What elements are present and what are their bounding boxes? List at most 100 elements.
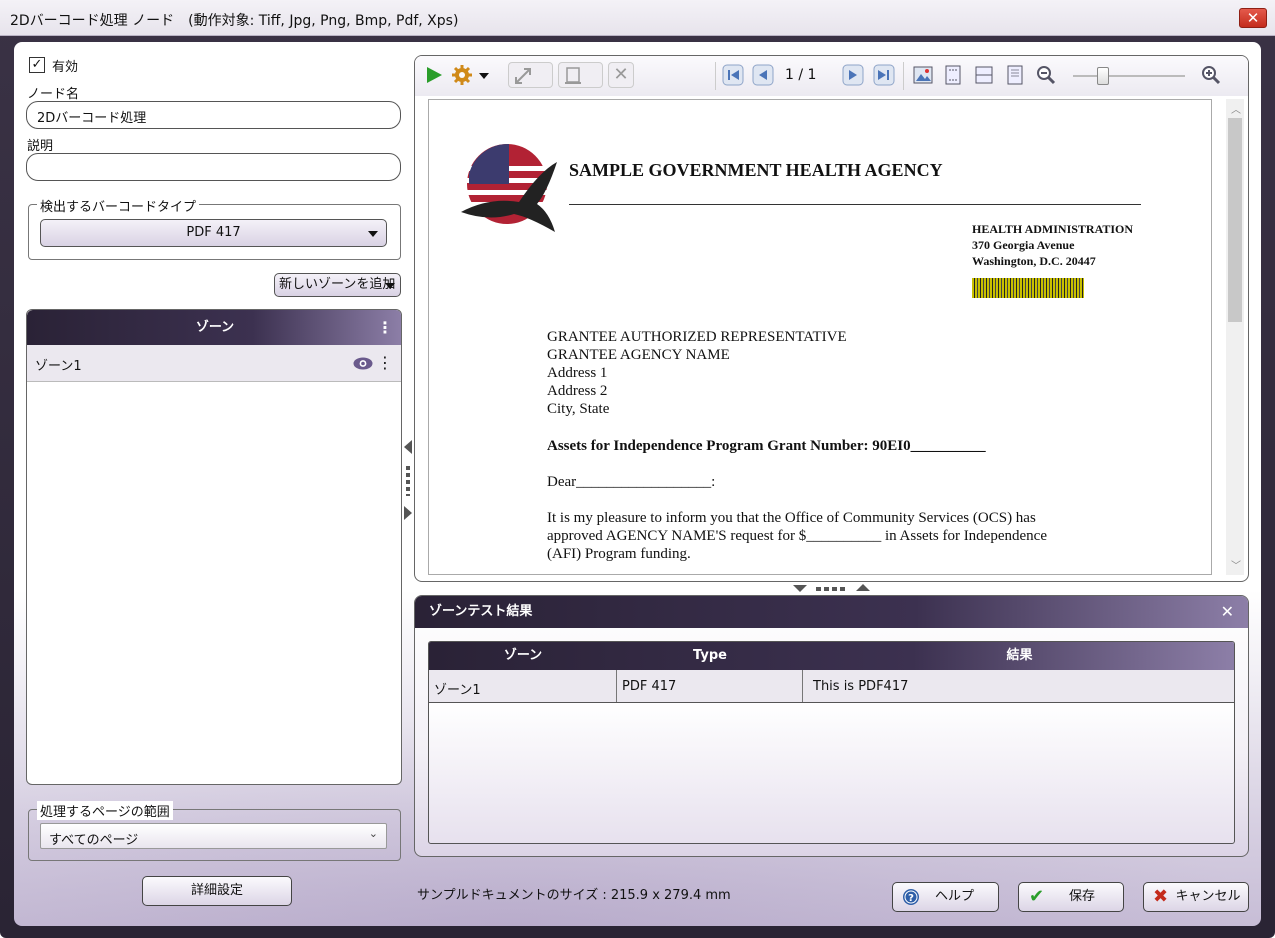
- zone-name: ゾーン1: [35, 359, 82, 374]
- admin-line: HEALTH ADMINISTRATION: [972, 222, 1134, 236]
- results-title: ゾーンテスト結果: [429, 604, 533, 619]
- image-icon[interactable]: [912, 64, 934, 86]
- title-bar: 2Dバーコード処理 ノード (動作対象: Tiff, Jpg, Png, Bmp…: [0, 0, 1275, 36]
- add-zone-label: 新しいゾーンを追加: [279, 277, 396, 292]
- chevron-down-icon: ⌄: [368, 827, 378, 840]
- body-line: (AFI) Program funding.: [547, 546, 691, 562]
- window-close-button[interactable]: ✕: [1239, 8, 1267, 28]
- zone-tool-button[interactable]: [558, 62, 603, 88]
- table-row[interactable]: ゾーン1 PDF 417 This is PDF417: [429, 670, 1234, 703]
- first-page-icon[interactable]: [722, 64, 744, 86]
- results-table: ゾーン Type 結果 ゾーン1 PDF 417 This is PDF417: [428, 641, 1235, 844]
- checkmark-icon: ✔: [1029, 886, 1045, 907]
- toolbar-divider: [903, 62, 904, 90]
- node-name-label: ノード名: [27, 87, 80, 102]
- gear-icon[interactable]: [451, 64, 473, 86]
- document-viewer: ✕ 1 / 1 SAMPLE GOVERNMENT HEALTH AGENCY …: [414, 55, 1249, 582]
- address-line: Address 1: [547, 365, 608, 381]
- node-name-input[interactable]: 2Dバーコード処理: [26, 101, 401, 129]
- expand-right-icon[interactable]: [404, 506, 412, 520]
- zones-header-label: ゾーン: [195, 320, 235, 335]
- enabled-label: 有効: [52, 60, 79, 75]
- fit-page-icon[interactable]: [942, 64, 964, 86]
- address-line: GRANTEE AUTHORIZED REPRESENTATIVE: [547, 329, 847, 345]
- salutation-line: Dear__________________:: [547, 474, 716, 490]
- delete-icon[interactable]: ✕: [608, 62, 634, 88]
- document-page: SAMPLE GOVERNMENT HEALTH AGENCY HEALTH A…: [428, 99, 1212, 575]
- next-page-icon[interactable]: [842, 64, 864, 86]
- scroll-down-icon[interactable]: ﹀: [1231, 557, 1241, 572]
- zones-header: ゾーン ⋮: [27, 310, 401, 345]
- scrollbar-thumb[interactable]: [1228, 118, 1242, 322]
- prev-page-icon[interactable]: [752, 64, 774, 86]
- chevron-down-icon[interactable]: [479, 73, 489, 79]
- page-range-group-title: 処理するページの範囲: [37, 801, 173, 820]
- barcode-type-dropdown[interactable]: PDF 417: [40, 219, 387, 247]
- description-label: 説明: [27, 139, 54, 154]
- viewer-toolbar: ✕ 1 / 1: [415, 56, 1248, 96]
- fit-width-icon[interactable]: [973, 64, 995, 86]
- last-page-icon[interactable]: [873, 64, 895, 86]
- vertical-scrollbar[interactable]: ︿ ﹀: [1226, 99, 1244, 575]
- app-window: 2Dバーコード処理 ノード (動作対象: Tiff, Jpg, Png, Bmp…: [0, 0, 1275, 938]
- resize-icon: [515, 68, 531, 84]
- page-range-value: すべてのページ: [49, 833, 139, 848]
- chevron-down-icon: [385, 283, 395, 289]
- cell-type: PDF 417: [617, 670, 803, 702]
- play-icon[interactable]: [423, 64, 445, 86]
- zone-list-item[interactable]: ゾーン1 ⋮: [27, 345, 401, 382]
- description-input[interactable]: [26, 153, 401, 181]
- more-vertical-icon[interactable]: ⋮: [377, 353, 393, 372]
- address-line: City, State: [547, 401, 610, 417]
- zoom-slider-thumb[interactable]: [1097, 67, 1109, 85]
- zoom-out-icon[interactable]: [1035, 64, 1057, 86]
- collapse-down-icon[interactable]: [793, 585, 807, 592]
- grant-number-line: Assets for Independence Program Grant Nu…: [547, 438, 986, 454]
- cancel-label: キャンセル: [1175, 889, 1241, 904]
- add-zone-button[interactable]: 新しいゾーンを追加: [274, 273, 401, 297]
- vertical-splitter[interactable]: [403, 440, 413, 526]
- expand-up-icon[interactable]: [856, 584, 870, 591]
- zoom-in-icon[interactable]: [1200, 64, 1222, 86]
- page-indicator: 1 / 1: [785, 67, 817, 83]
- page-range-select[interactable]: すべてのページ ⌄: [40, 823, 387, 849]
- enabled-checkbox[interactable]: ✓: [29, 57, 45, 73]
- svg-text:?: ?: [908, 893, 914, 904]
- close-icon: ✖: [1153, 886, 1169, 907]
- zone-test-results-panel: ゾーンテスト結果 ✕ ゾーン Type 結果 ゾーン1 PDF 417 This…: [414, 595, 1249, 857]
- advanced-settings-button[interactable]: 詳細設定: [142, 876, 292, 906]
- toolbar-divider: [715, 62, 716, 90]
- close-icon[interactable]: ✕: [1221, 596, 1234, 628]
- column-header-result[interactable]: 結果: [803, 642, 1234, 670]
- zones-panel: ゾーン ⋮ ゾーン1 ⋮: [26, 309, 402, 785]
- help-icon: ?: [903, 889, 919, 905]
- scroll-up-icon[interactable]: ︿: [1231, 101, 1241, 116]
- column-header-zone[interactable]: ゾーン: [429, 642, 617, 670]
- column-header-type[interactable]: Type: [617, 642, 803, 670]
- actual-size-icon[interactable]: [1004, 64, 1026, 86]
- cancel-button[interactable]: ✖ キャンセル: [1143, 882, 1249, 912]
- pdf417-barcode: [972, 278, 1084, 298]
- region-tool-button[interactable]: [508, 62, 553, 88]
- eye-icon[interactable]: [353, 357, 373, 370]
- more-vertical-icon[interactable]: ⋮: [377, 310, 393, 345]
- body-line: It is my pleasure to inform you that the…: [547, 510, 1036, 526]
- collapse-left-icon[interactable]: [404, 440, 412, 454]
- body-line: approved AGENCY NAME'S request for $____…: [547, 528, 1047, 544]
- page-range-group: 処理するページの範囲 すべてのページ ⌄: [28, 801, 401, 861]
- admin-line: Washington, D.C. 20447: [972, 254, 1096, 268]
- help-button[interactable]: ? ヘルプ: [892, 882, 999, 912]
- header-rule: [569, 204, 1141, 205]
- chevron-down-icon: [368, 231, 378, 237]
- grip-icon: [406, 466, 410, 496]
- save-label: 保存: [1068, 889, 1095, 904]
- barcode-type-group-title: 検出するバーコードタイプ: [37, 196, 200, 215]
- horizontal-splitter[interactable]: [790, 583, 872, 593]
- cell-zone: ゾーン1: [429, 670, 617, 702]
- grip-icon: [816, 587, 848, 591]
- save-button[interactable]: ✔ 保存: [1018, 882, 1124, 912]
- zoom-slider[interactable]: [1073, 67, 1185, 85]
- cell-result: This is PDF417: [813, 679, 909, 694]
- barcode-type-group: 検出するバーコードタイプ PDF 417: [28, 196, 401, 260]
- results-header: ゾーンテスト結果 ✕: [415, 596, 1248, 628]
